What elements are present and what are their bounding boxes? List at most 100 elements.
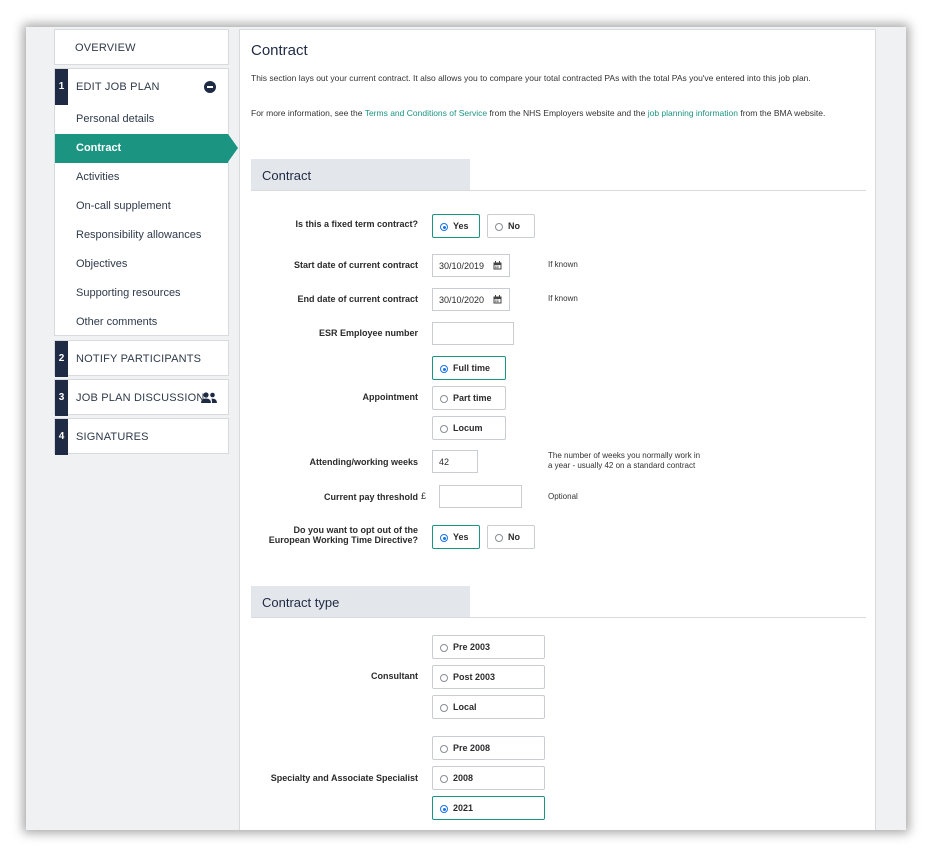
wtd-no-radio[interactable]: No (487, 525, 535, 549)
sidebar-item-activities[interactable]: Activities (55, 163, 228, 192)
appointment-part-time-radio[interactable]: Part time (432, 386, 506, 410)
app-frame: OVERVIEW 1 EDIT JOB PLAN Personal detail… (26, 27, 906, 830)
minus-circle-icon[interactable] (204, 81, 216, 93)
step-1-number: 1 (55, 69, 68, 105)
sas-2008-radio[interactable]: 2008 (432, 766, 545, 790)
end-date-input[interactable]: 30/10/2020 (432, 288, 510, 311)
radio-label: Locum (453, 423, 483, 433)
step-1-label: EDIT JOB PLAN (76, 81, 160, 93)
radio-unselected-icon (440, 745, 448, 753)
pay-threshold-input[interactable] (439, 485, 522, 508)
section-contract-type-title: Contract type (251, 586, 470, 617)
sidebar-item-label: Contract (76, 142, 122, 154)
radio-label: 2008 (453, 773, 474, 783)
end-date-value: 30/10/2020 (439, 295, 485, 305)
step-notify-participants[interactable]: 2 NOTIFY PARTICIPANTS (54, 340, 229, 377)
start-date-hint: If known (548, 260, 578, 269)
consultant-local-radio[interactable]: Local (432, 695, 545, 719)
step-1-header[interactable]: 1 EDIT JOB PLAN (55, 69, 228, 105)
radio-label: No (508, 221, 520, 231)
appointment-label: Appointment (362, 392, 419, 402)
radio-label: Full time (453, 363, 491, 373)
nav-overview[interactable]: OVERVIEW (54, 29, 229, 65)
more-info-suffix: from the BMA website. (737, 108, 826, 118)
radio-unselected-icon (440, 674, 448, 682)
radio-unselected-icon (440, 425, 448, 433)
sas-label: Specialty and Associate Specialist (270, 773, 418, 783)
sidebar-item-personal-details[interactable]: Personal details (55, 105, 228, 134)
radio-selected-icon (440, 534, 448, 542)
sas-pre-2008-radio[interactable]: Pre 2008 (432, 736, 545, 760)
sidebar-item-label: On-call supplement (76, 200, 171, 212)
more-info-middle: from the NHS Employers website and the (487, 108, 648, 118)
step-2-number: 2 (55, 341, 68, 377)
sidebar-item-label: Other comments (76, 316, 158, 328)
radio-label: Pre 2003 (453, 642, 491, 652)
radio-unselected-icon (440, 395, 448, 403)
radio-label: Pre 2008 (453, 743, 491, 753)
step-signatures[interactable]: 4 SIGNATURES (54, 418, 229, 455)
appointment-locum-radio[interactable]: Locum (432, 416, 506, 440)
sidebar-item-objectives[interactable]: Objectives (55, 250, 228, 279)
sidebar-item-label: Supporting resources (76, 287, 181, 299)
wtd-label: Do you want to opt out of the European W… (269, 525, 418, 545)
esr-employee-number-input[interactable] (432, 322, 514, 345)
calendar-icon[interactable] (493, 261, 502, 270)
sas-2021-radio[interactable]: 2021 (432, 796, 545, 820)
section-contract-header: Contract (251, 159, 866, 191)
working-weeks-value: 42 (439, 457, 450, 467)
section-contract-title: Contract (251, 159, 470, 190)
weeks-hint-line-2: a year - usually 42 on a standard contra… (548, 461, 696, 470)
start-date-input[interactable]: 30/10/2019 (432, 254, 510, 277)
wtd-label-line-1: Do you want to opt out of the (293, 525, 418, 535)
start-date-value: 30/10/2019 (439, 261, 485, 271)
appointment-full-time-radio[interactable]: Full time (432, 356, 506, 380)
radio-label: Part time (453, 393, 492, 403)
fixed-term-yes-radio[interactable]: Yes (432, 214, 480, 238)
intro-text: This section lays out your current contr… (251, 73, 811, 83)
consultant-pre-2003-radio[interactable]: Pre 2003 (432, 635, 545, 659)
people-icon (201, 392, 217, 403)
weeks-label: Attending/working weeks (309, 457, 418, 467)
step-3-label: JOB PLAN DISCUSSION (76, 392, 205, 404)
nav-overview-label: OVERVIEW (75, 42, 136, 54)
wtd-label-line-2: European Working Time Directive? (268, 535, 418, 545)
step-3-number: 3 (55, 380, 68, 416)
consultant-label: Consultant (371, 671, 418, 681)
radio-label: 2021 (453, 803, 474, 813)
sidebar-item-label: Activities (76, 171, 120, 183)
radio-unselected-icon (495, 223, 503, 231)
radio-label: Post 2003 (453, 672, 496, 682)
sidebar-item-label: Personal details (76, 113, 155, 125)
sidebar-item-other-comments[interactable]: Other comments (55, 308, 228, 337)
job-planning-info-link[interactable]: job planning information (648, 108, 738, 118)
terms-conditions-link[interactable]: Terms and Conditions of Service (365, 108, 487, 118)
radio-label: Yes (453, 532, 469, 542)
working-weeks-input[interactable]: 42 (432, 450, 478, 473)
step-job-plan-discussion[interactable]: 3 JOB PLAN DISCUSSION (54, 379, 229, 416)
section-contract-type-header: Contract type (251, 586, 866, 618)
step-2-label: NOTIFY PARTICIPANTS (76, 353, 202, 365)
weeks-hint: The number of weeks you normally work in… (548, 451, 700, 471)
radio-selected-icon (440, 223, 448, 231)
pay-threshold-label: Current pay threshold (323, 492, 418, 502)
sidebar-item-supporting-resources[interactable]: Supporting resources (55, 279, 228, 308)
sidebar-item-contract[interactable]: Contract (55, 134, 238, 163)
calendar-icon[interactable] (493, 295, 502, 304)
step-4-label: SIGNATURES (76, 431, 149, 443)
main-panel: Contract This section lays out your curr… (239, 29, 876, 830)
consultant-post-2003-radio[interactable]: Post 2003 (432, 665, 545, 689)
sidebar-item-responsibility-allowances[interactable]: Responsibility allowances (55, 221, 228, 250)
wtd-yes-radio[interactable]: Yes (432, 525, 480, 549)
radio-label: No (508, 532, 520, 542)
end-date-label: End date of current contract (297, 294, 418, 304)
start-date-label: Start date of current contract (293, 260, 418, 270)
step-4-number: 4 (55, 419, 68, 455)
more-info-text: For more information, see the Terms and … (251, 107, 867, 119)
sidebar-item-on-call-supplement[interactable]: On-call supplement (55, 192, 228, 221)
esr-label: ESR Employee number (318, 328, 418, 338)
fixed-term-no-radio[interactable]: No (487, 214, 535, 238)
fixed-term-label: Is this a fixed term contract? (295, 219, 418, 229)
radio-unselected-icon (440, 775, 448, 783)
radio-label: Yes (453, 221, 469, 231)
